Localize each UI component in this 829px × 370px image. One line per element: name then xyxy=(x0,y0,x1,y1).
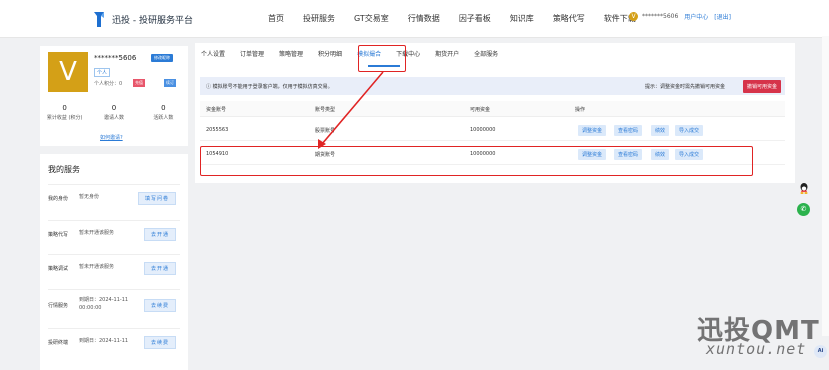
qq-icon[interactable] xyxy=(798,182,810,194)
right-scroll-strip xyxy=(822,36,829,336)
wechat-icon[interactable]: ✆ xyxy=(797,203,810,216)
watermark-url: xuntou.net xyxy=(706,340,807,358)
